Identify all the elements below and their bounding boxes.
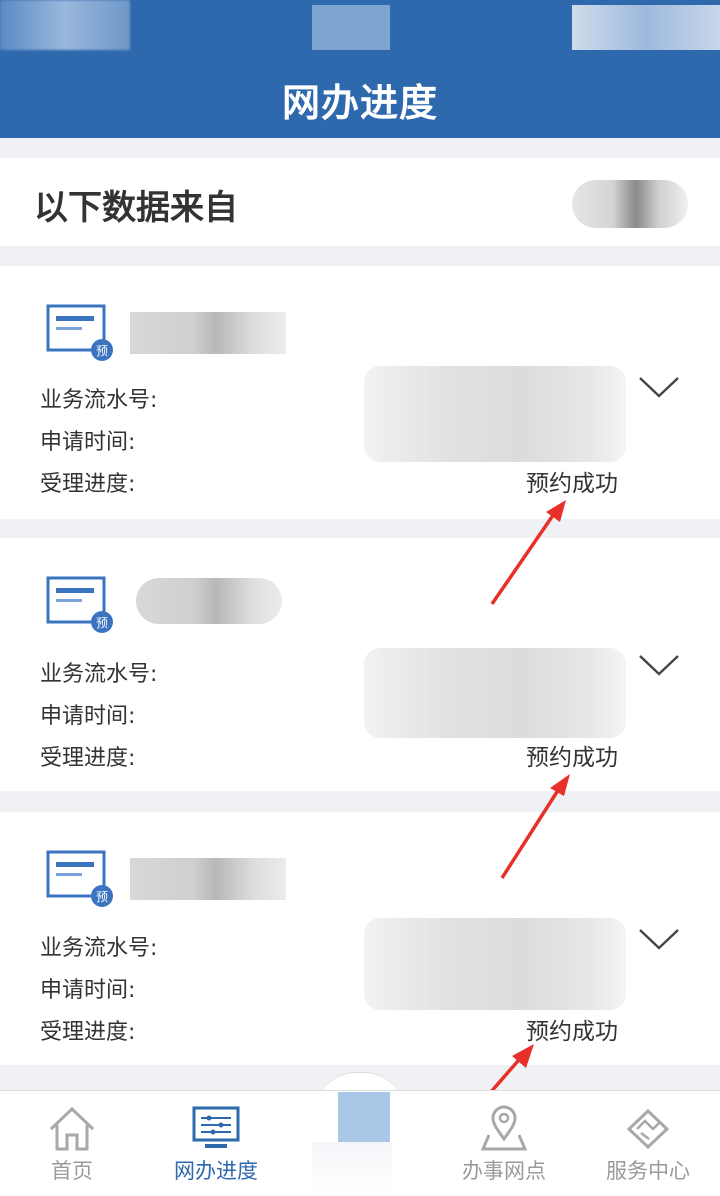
data-source-bar[interactable]: 以下数据来自 <box>0 158 720 246</box>
time-label: 申请时间: <box>40 978 136 1003</box>
serial-label: 业务流水号: <box>40 936 158 961</box>
page-title: 网办进度 <box>281 81 438 125</box>
serial-time-values-blurred <box>364 918 626 1010</box>
chevron-down-icon[interactable] <box>638 926 680 952</box>
map-pin-icon <box>480 1105 528 1151</box>
item-name-blurred <box>136 578 282 624</box>
handshake-icon <box>626 1108 670 1150</box>
data-source-label: 以下数据来自 <box>34 188 238 228</box>
nav-label: 办事网点 <box>462 1159 546 1183</box>
badge-text: 预 <box>96 616 108 630</box>
appointment-doc-icon: 预 <box>46 850 113 907</box>
time-label: 申请时间: <box>40 704 136 729</box>
badge-text: 预 <box>96 344 108 358</box>
progress-label: 受理进度: <box>40 746 136 771</box>
nav-label: 网办进度 <box>174 1159 258 1183</box>
chevron-down-icon[interactable] <box>638 374 680 400</box>
chevron-down-icon[interactable] <box>638 652 680 678</box>
nav-service-points[interactable]: 办事网点 <box>432 1091 576 1196</box>
nav-label: 服务中心 <box>606 1159 690 1183</box>
status-bar-blur <box>572 5 720 50</box>
appointment-doc-icon: 预 <box>46 576 113 633</box>
nav-label: 首页 <box>51 1159 93 1183</box>
application-card[interactable]: 预 业务流水号: 申请时间: 受理进度: 预约成功 <box>0 266 720 519</box>
application-card[interactable]: 预 业务流水号: 申请时间: 受理进度: 预约成功 <box>0 812 720 1065</box>
application-card[interactable]: 预 业务流水号: 申请时间: 受理进度: 预约成功 <box>0 538 720 791</box>
home-icon <box>49 1106 95 1151</box>
item-name-blurred <box>130 858 286 900</box>
serial-label: 业务流水号: <box>40 662 158 687</box>
appointment-doc-icon: 预 <box>46 304 113 361</box>
center-icon-blurred <box>338 1092 390 1142</box>
progress-label: 受理进度: <box>40 1020 136 1045</box>
serial-label: 业务流水号: <box>40 388 158 413</box>
status-text: 预约成功 <box>526 745 618 771</box>
status-text: 预约成功 <box>526 471 618 497</box>
serial-time-values-blurred <box>364 648 626 738</box>
monitor-icon <box>192 1106 240 1148</box>
center-label-blurred <box>312 1142 392 1192</box>
item-name-blurred <box>130 312 286 354</box>
status-text: 预约成功 <box>526 1019 618 1045</box>
nav-progress[interactable]: 网办进度 <box>144 1091 288 1196</box>
time-label: 申请时间: <box>40 430 136 455</box>
nav-home[interactable]: 首页 <box>0 1091 144 1196</box>
nav-service-center[interactable]: 服务中心 <box>576 1091 720 1196</box>
app-header: 网办进度 <box>0 0 720 138</box>
serial-time-values-blurred <box>364 366 626 462</box>
data-source-value-blurred[interactable] <box>572 180 688 228</box>
progress-label: 受理进度: <box>40 472 136 497</box>
status-bar-blur <box>0 0 130 50</box>
badge-text: 预 <box>96 890 108 904</box>
status-bar-blur <box>312 5 390 50</box>
